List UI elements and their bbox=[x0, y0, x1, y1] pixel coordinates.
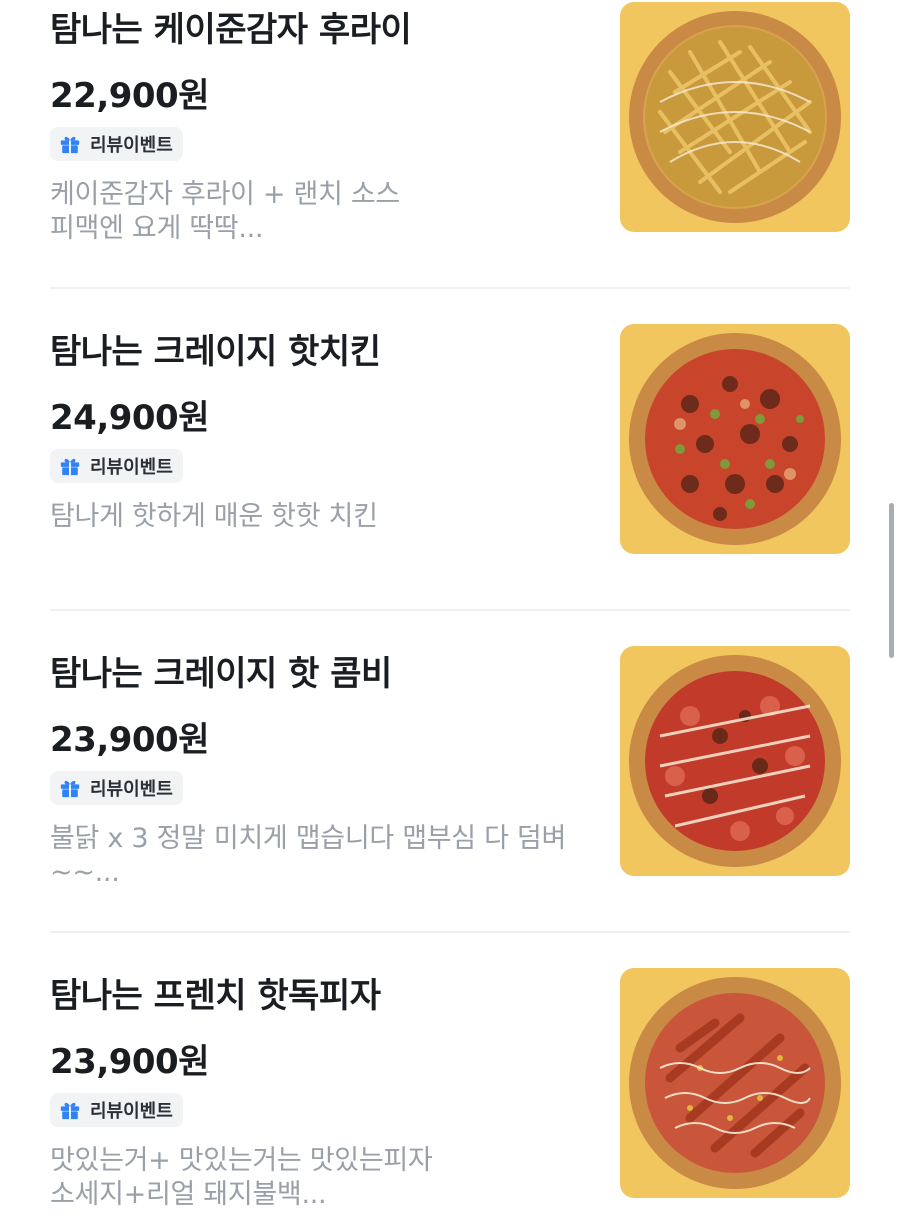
divider bbox=[50, 287, 850, 289]
menu-item-price: 22,900원 bbox=[50, 76, 209, 116]
badge-label: 리뷰이벤트 bbox=[90, 457, 173, 478]
menu-item-name: 탐나는 케이준감자 후라이 bbox=[50, 10, 412, 50]
pizza-hotdog-image[interactable] bbox=[620, 968, 850, 1198]
badge-label: 리뷰이벤트 bbox=[90, 1101, 173, 1122]
pizza-hot-combi-image[interactable] bbox=[620, 646, 850, 876]
menu-item-description: 불닭 x 3 정말 미치게 맵습니다 맵부심 다 덤벼 ~~... bbox=[50, 823, 566, 888]
menu-item-description: 맛있는거+ 맛있는거는 맛있는피자 소세지+리얼 돼지불백... bbox=[50, 1145, 433, 1210]
menu-item[interactable]: 탐나는 크레이지 핫 콤비 23,900원 리뷰이벤트 불닭 x 3 정말 미치… bbox=[50, 646, 850, 888]
menu-item-description: 케이준감자 후라이 + 랜치 소스 피맥엔 요게 딱딱... bbox=[50, 179, 400, 244]
pizza-fries-image[interactable] bbox=[620, 2, 850, 232]
review-event-badge: 리뷰이벤트 bbox=[50, 127, 183, 161]
badge-label: 리뷰이벤트 bbox=[90, 779, 173, 800]
gift-icon bbox=[60, 780, 80, 798]
gift-icon bbox=[60, 136, 80, 154]
menu-item-price: 23,900원 bbox=[50, 720, 209, 760]
pizza-hot-chicken-image[interactable] bbox=[620, 324, 850, 554]
menu-item[interactable]: 탐나는 크레이지 핫치킨 24,900원 리뷰이벤트 탐나게 핫하게 매운 핫핫… bbox=[50, 324, 850, 564]
menu-item-price: 23,900원 bbox=[50, 1042, 209, 1082]
scrollbar[interactable] bbox=[889, 503, 894, 658]
divider bbox=[50, 931, 850, 933]
menu-list: 탐나는 케이준감자 후라이 22,900원 리뷰이벤트 케이준감자 후라이 + … bbox=[0, 0, 900, 1227]
gift-icon bbox=[60, 458, 80, 476]
menu-item-name: 탐나는 프렌치 핫독피자 bbox=[50, 976, 381, 1016]
divider bbox=[50, 609, 850, 611]
menu-item-name: 탐나는 크레이지 핫 콤비 bbox=[50, 654, 392, 694]
menu-item-description: 탐나게 핫하게 매운 핫핫 치킨 bbox=[50, 501, 378, 532]
menu-item[interactable]: 탐나는 케이준감자 후라이 22,900원 리뷰이벤트 케이준감자 후라이 + … bbox=[50, 2, 850, 244]
badge-label: 리뷰이벤트 bbox=[90, 135, 173, 156]
menu-item[interactable]: 탐나는 프렌치 핫독피자 23,900원 리뷰이벤트 맛있는거+ 맛있는거는 맛… bbox=[50, 968, 850, 1210]
review-event-badge: 리뷰이벤트 bbox=[50, 1093, 183, 1127]
menu-item-price: 24,900원 bbox=[50, 398, 209, 438]
review-event-badge: 리뷰이벤트 bbox=[50, 771, 183, 805]
menu-item-name: 탐나는 크레이지 핫치킨 bbox=[50, 332, 381, 372]
review-event-badge: 리뷰이벤트 bbox=[50, 449, 183, 483]
gift-icon bbox=[60, 1102, 80, 1120]
